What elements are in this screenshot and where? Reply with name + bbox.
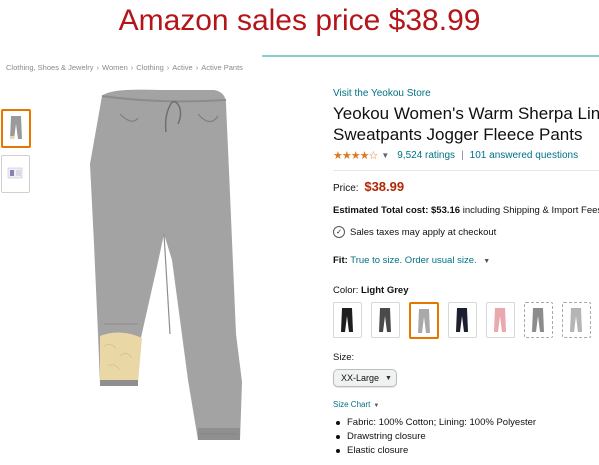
info-icon: ✓: [333, 226, 345, 238]
rating-separator: |: [461, 150, 464, 161]
size-chart-label: Size Chart: [333, 400, 371, 409]
top-divider: [262, 55, 599, 57]
price-value: $38.99: [364, 179, 405, 194]
feature-bullets: Fabric: 100% Cotton; Lining: 100% Polyes…: [333, 416, 599, 458]
left-cuff: [100, 380, 138, 386]
breadcrumb-separator: ›: [130, 63, 134, 72]
size-selected-value: XX-Large: [341, 373, 380, 383]
breadcrumb-separator: ›: [96, 63, 100, 72]
color-swatch-dark-grey[interactable]: [371, 302, 400, 338]
fit-label: Fit:: [333, 255, 348, 266]
thumbnail-size-chart[interactable]: [1, 155, 30, 193]
pants-thumbnail-icon: [10, 116, 22, 139]
pants-swatch-icon: [532, 308, 544, 332]
breadcrumb-item-clothing-shoes-jewelry[interactable]: Clothing, Shoes & Jewelry: [6, 63, 94, 72]
ratings-count-link[interactable]: 9,524 ratings: [397, 150, 455, 161]
price-label: Price:: [333, 183, 359, 194]
thumbnail-pants[interactable]: [1, 109, 31, 148]
rating-row: ★★★★☆ ▼ 9,524 ratings | 101 answered que…: [333, 149, 599, 162]
image-thumbnails: [1, 109, 31, 200]
size-dropdown[interactable]: XX-Large ▼: [333, 369, 397, 387]
color-swatch-grey[interactable]: [524, 302, 553, 338]
color-swatch-light-grey-2[interactable]: [562, 302, 591, 338]
total-cost-suffix: including Shipping & Import Fees: [462, 205, 599, 216]
breadcrumb-separator: ›: [166, 63, 170, 72]
pants-swatch-icon: [456, 308, 468, 332]
pants-swatch-icon: [418, 309, 430, 333]
color-label: Color:: [333, 285, 359, 296]
total-cost-value: $53.16: [431, 205, 461, 216]
color-swatch-black[interactable]: [333, 302, 362, 338]
breadcrumb-item-active-pants[interactable]: Active Pants: [201, 63, 243, 72]
star-rating-icon[interactable]: ★★★★☆: [333, 149, 378, 162]
breadcrumb: Clothing, Shoes & Jewelry › Women › Clothing…: [6, 63, 246, 72]
size-chart-thumbnail-icon: [7, 167, 23, 179]
color-swatch-light-grey[interactable]: [409, 302, 439, 339]
pants-swatch-icon: [341, 308, 353, 332]
breadcrumb-item-active[interactable]: Active: [172, 63, 192, 72]
chevron-down-icon[interactable]: ▼: [381, 151, 389, 160]
total-cost-label: Estimated Total cost:: [333, 205, 429, 216]
chevron-down-icon: ▼: [373, 403, 380, 409]
product-details-panel: Visit the Yeokou Store Yeokou Women's Wa…: [333, 88, 599, 458]
feature-bullet: Fabric: 100% Cotton; Lining: 100% Polyes…: [336, 416, 599, 430]
section-divider: [333, 170, 599, 171]
color-row: Color: Light Grey: [333, 285, 599, 296]
product-title: Yeokou Women's Warm Sherpa Lined Sweatpa…: [333, 103, 599, 145]
size-label: Size:: [333, 352, 355, 363]
sherpa-lining: [100, 332, 142, 384]
banner-text: Amazon sales price $38.99: [118, 4, 481, 37]
color-swatches: [333, 302, 599, 339]
breadcrumb-item-clothing[interactable]: Clothing: [136, 63, 164, 72]
breadcrumb-separator: ›: [195, 63, 199, 72]
feature-bullet: Drawstring closure: [336, 430, 599, 444]
color-swatch-navy[interactable]: [448, 302, 477, 338]
price-banner: Amazon sales price $38.99: [0, 0, 599, 42]
product-title-line2: Sweatpants Jogger Fleece Pants: [333, 125, 583, 144]
pants-swatch-icon: [379, 308, 391, 332]
chevron-down-icon[interactable]: ▼: [483, 258, 490, 265]
store-link[interactable]: Visit the Yeokou Store: [333, 88, 599, 99]
color-swatch-pink[interactable]: [486, 302, 515, 338]
size-chart-link[interactable]: Size Chart ▼: [333, 400, 599, 409]
tax-note-row: ✓ Sales taxes may apply at checkout: [333, 226, 599, 238]
tax-note: Sales taxes may apply at checkout: [350, 226, 497, 238]
answered-questions-link[interactable]: 101 answered questions: [470, 150, 578, 161]
fit-row: Fit: True to size. Order usual size. ▼: [333, 255, 599, 266]
pants-swatch-icon: [570, 308, 582, 332]
price-row: Price: $38.99: [333, 179, 599, 194]
feature-bullet: Elastic closure: [336, 444, 599, 458]
total-cost-row: Estimated Total cost: $53.16 including S…: [333, 205, 599, 216]
fit-value-link[interactable]: True to size. Order usual size.: [350, 255, 476, 266]
pants-swatch-icon: [494, 308, 506, 332]
product-main-image[interactable]: [80, 84, 280, 464]
chevron-down-icon: ▼: [385, 374, 392, 382]
color-value: Light Grey: [360, 285, 409, 296]
product-title-line1: Yeokou Women's Warm Sherpa Lined: [333, 104, 599, 123]
breadcrumb-item-women[interactable]: Women: [102, 63, 128, 72]
